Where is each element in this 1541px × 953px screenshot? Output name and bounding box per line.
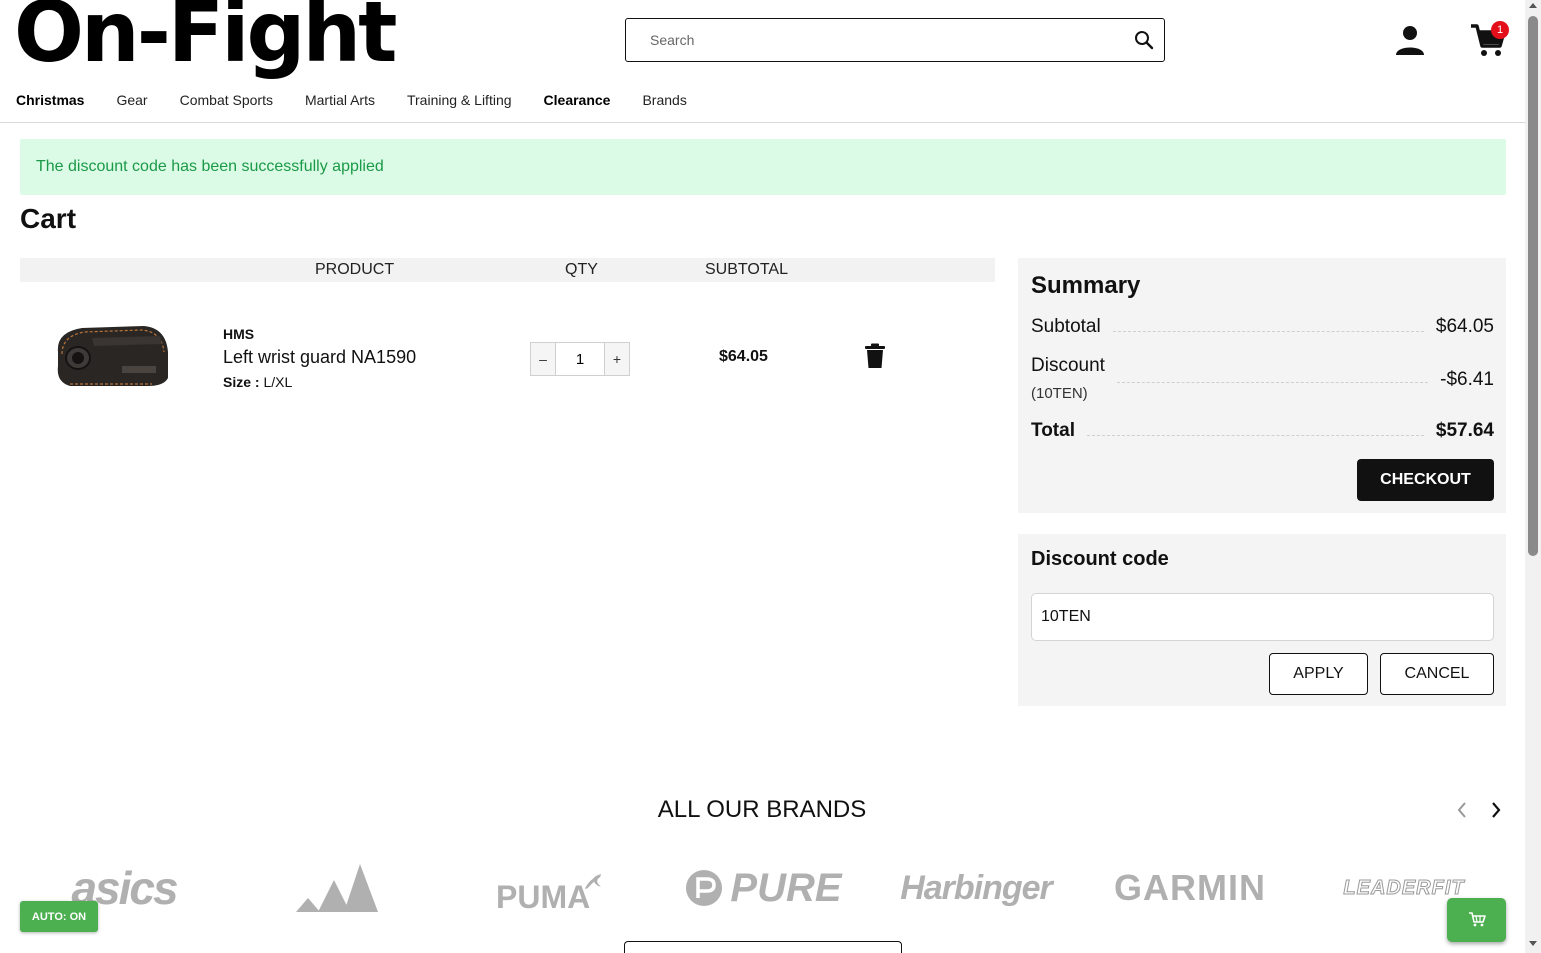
trash-icon[interactable] — [864, 343, 886, 369]
scroll-down-arrow[interactable] — [1529, 941, 1537, 946]
brand-logo-adidas[interactable] — [292, 860, 382, 916]
brand-logo-text: GARMIN — [1114, 867, 1266, 908]
chevron-left-icon[interactable] — [1452, 799, 1472, 821]
dotted-leader — [1086, 435, 1424, 436]
brands-heading: ALL OUR BRANDS — [0, 796, 1525, 824]
summary-discount-row: Discount -$6.41 — [1031, 355, 1494, 390]
qty-increase-button[interactable]: + — [604, 342, 630, 376]
quantity-stepper: – + — [530, 342, 630, 376]
site-header: On-Fight 1 Christmas Gear Combat Sports … — [0, 0, 1525, 123]
chevron-right-icon[interactable] — [1486, 799, 1506, 821]
floating-cart-button[interactable] — [1447, 898, 1506, 942]
brand-logo-text: PUMA — [496, 878, 591, 915]
nav-item-gear[interactable]: Gear — [116, 92, 147, 108]
discount-value: -$6.41 — [1440, 369, 1494, 390]
auto-toggle-button[interactable]: AUTO: ON — [20, 901, 98, 932]
line-subtotal: $64.05 — [719, 348, 768, 365]
scroll-thumb[interactable] — [1528, 16, 1538, 556]
nav-item-combat-sports[interactable]: Combat Sports — [180, 92, 273, 108]
product-size: Size : L/XL — [223, 374, 292, 390]
cart-count-badge: 1 — [1491, 21, 1509, 39]
brand-logo-text: LEADERFIT — [1343, 876, 1465, 899]
subtotal-label: Subtotal — [1031, 316, 1101, 337]
dotted-leader — [1116, 382, 1429, 383]
apply-button[interactable]: APPLY — [1269, 653, 1368, 695]
search-input[interactable] — [626, 19, 1124, 61]
alert-message: The discount code has been successfully … — [36, 158, 384, 175]
brand-logo-text: PURE — [730, 865, 842, 910]
discount-title: Discount code — [1031, 548, 1169, 570]
scroll-up-arrow[interactable] — [1529, 3, 1537, 8]
discount-label: Discount — [1031, 355, 1105, 376]
brand-logo-harbinger[interactable]: Harbinger — [893, 860, 1059, 916]
column-header-qty: QTY — [565, 261, 598, 278]
page-scrollbar[interactable] — [1525, 0, 1541, 953]
qty-input[interactable] — [556, 342, 604, 376]
total-value: $57.64 — [1435, 420, 1494, 441]
basket-icon — [1468, 911, 1486, 930]
summary-subtotal-row: Subtotal $64.05 — [1031, 316, 1494, 338]
column-header-product: PRODUCT — [315, 261, 395, 278]
size-value: L/XL — [263, 374, 293, 390]
brand-logo-puma[interactable]: PUMA — [496, 860, 602, 916]
brand-logo-garmin[interactable]: GARMIN — [1104, 860, 1276, 916]
dotted-leader — [1112, 331, 1424, 332]
partial-element — [624, 941, 902, 953]
summary-total-row: Total $57.64 — [1031, 420, 1494, 442]
nav-item-training-lifting[interactable]: Training & Lifting — [407, 92, 512, 108]
search-bar — [625, 18, 1165, 62]
order-summary: Summary Subtotal $64.05 Discount -$6.41 … — [1018, 258, 1506, 513]
main-nav: Christmas Gear Combat Sports Martial Art… — [16, 92, 719, 108]
discount-code-panel: Discount code APPLY CANCEL — [1018, 534, 1506, 706]
summary-title: Summary — [1031, 272, 1141, 299]
brands-title: ALL OUR BRANDS — [657, 796, 867, 823]
cart-table-header: PRODUCT QTY SUBTOTAL — [20, 258, 995, 282]
nav-item-clearance[interactable]: Clearance — [544, 92, 611, 108]
column-header-subtotal: SUBTOTAL — [705, 261, 788, 278]
product-brand: HMS — [223, 326, 255, 342]
cancel-button[interactable]: CANCEL — [1380, 653, 1494, 695]
nav-item-christmas[interactable]: Christmas — [16, 92, 84, 108]
site-logo[interactable]: On-Fight — [14, 0, 398, 74]
search-icon[interactable] — [1124, 30, 1164, 50]
product-image[interactable] — [52, 322, 172, 390]
nav-item-martial-arts[interactable]: Martial Arts — [305, 92, 375, 108]
product-name[interactable]: Left wrist guard NA1590 — [223, 347, 416, 368]
nav-item-brands[interactable]: Brands — [642, 92, 686, 108]
success-alert: The discount code has been successfully … — [20, 139, 1506, 195]
page-title: Cart — [20, 203, 77, 234]
checkout-button[interactable]: CHECKOUT — [1357, 459, 1494, 501]
qty-decrease-button[interactable]: – — [530, 342, 556, 376]
account-icon[interactable] — [1392, 22, 1428, 58]
size-label: Size : — [223, 374, 260, 390]
discount-code-input[interactable] — [1031, 593, 1494, 641]
brand-logo-text: Harbinger — [900, 868, 1053, 907]
discount-code-applied: (10TEN) — [1031, 385, 1088, 402]
total-label: Total — [1031, 420, 1075, 441]
brand-logo-pure[interactable]: PURE — [678, 860, 848, 916]
subtotal-value: $64.05 — [1435, 316, 1494, 337]
